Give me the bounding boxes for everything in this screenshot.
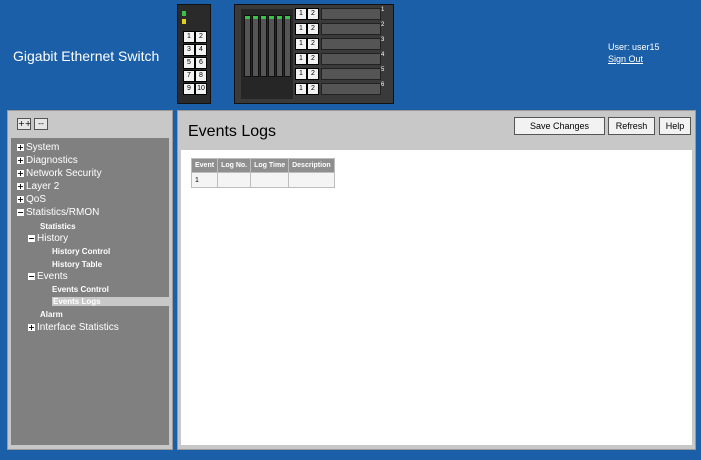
chassis-row: 1 2 2	[295, 22, 387, 35]
port-icon: 3	[183, 44, 195, 56]
tree-item-qos[interactable]: + QoS	[17, 194, 46, 205]
page-title: Events Logs	[188, 123, 277, 140]
sidebar: ++ -- + System + Diagnostics + Network Secu…	[7, 110, 173, 450]
device-image-small: 1 2 3 4 5 6 7 8 9 10	[177, 4, 211, 104]
cell-description	[288, 172, 335, 188]
table-row: 1	[190, 172, 335, 188]
tree-item-network-security[interactable]: + Network Security	[17, 168, 102, 179]
port-icon: 7	[183, 70, 195, 82]
column-header-log-time: Log Time	[250, 158, 290, 173]
tree-item-diagnostics[interactable]: + Diagnostics	[17, 155, 78, 166]
expand-icon[interactable]: +	[17, 157, 24, 165]
save-changes-button[interactable]: Save Changes	[514, 117, 605, 135]
sign-out-link[interactable]: Sign Out	[608, 53, 660, 65]
expand-all-button[interactable]: ++	[17, 118, 31, 130]
port-icon: 9	[183, 83, 195, 95]
chassis-row: 1 2 4	[295, 52, 387, 65]
tree-item-interface-statistics[interactable]: + Interface Statistics	[28, 322, 119, 333]
chassis-bays	[241, 9, 293, 99]
header: Gigabit Ethernet Switch 1 2 3 4 5 6 7 8 …	[0, 0, 701, 104]
expand-icon[interactable]: +	[17, 183, 24, 191]
column-header-description: Description	[288, 158, 335, 173]
device-image-chassis: 1 2 1 1 2 2 1 2 3 1 2 4 1 2 5 1 2 6	[234, 4, 394, 104]
tree-item-events-logs[interactable]: Events Logs	[52, 297, 169, 306]
table-header-row: Event Log No. Log Time Description	[190, 158, 335, 173]
tree-item-events[interactable]: − Events	[28, 271, 68, 282]
collapse-all-button[interactable]: --	[34, 118, 48, 130]
user-box: User: user15 Sign Out	[608, 41, 660, 65]
expand-icon[interactable]: +	[17, 170, 24, 178]
chassis-row: 1 2 3	[295, 37, 387, 50]
tree-item-statistics[interactable]: Statistics	[40, 222, 76, 231]
tree-item-statistics-rmon[interactable]: − Statistics/RMON	[17, 207, 99, 218]
expand-icon[interactable]: +	[17, 196, 24, 204]
cell-event: 1	[190, 172, 219, 188]
column-header-log-no: Log No.	[217, 158, 252, 173]
port-icon: 6	[195, 57, 207, 69]
cell-log-time	[250, 172, 290, 188]
port-icon: 2	[195, 31, 207, 43]
nav-tree: + System + Diagnostics + Network Security +…	[11, 138, 169, 445]
column-header-event: Event	[190, 158, 219, 173]
tree-item-history-table[interactable]: History Table	[52, 260, 102, 269]
chassis-row: 1 2 1	[295, 7, 387, 20]
chassis-row: 1 2 5	[295, 67, 387, 80]
status-led-icon	[182, 11, 186, 16]
tree-item-history-control[interactable]: History Control	[52, 247, 110, 256]
port-icon: 5	[183, 57, 195, 69]
main-panel: Events Logs Save Changes Refresh Help Ev…	[177, 110, 696, 450]
app-title: Gigabit Ethernet Switch	[13, 48, 160, 64]
help-button[interactable]: Help	[659, 117, 691, 135]
collapse-icon[interactable]: −	[28, 273, 35, 281]
chassis-row: 1 2 6	[295, 82, 387, 95]
tree-item-system[interactable]: + System	[17, 142, 59, 153]
user-label: User: user15	[608, 42, 660, 52]
collapse-icon[interactable]: −	[17, 209, 24, 217]
events-log-table: Event Log No. Log Time Description 1	[190, 158, 335, 188]
port-icon: 1	[183, 31, 195, 43]
expand-icon[interactable]: +	[28, 324, 35, 332]
tree-item-alarm[interactable]: Alarm	[40, 310, 63, 319]
status-led-icon	[182, 19, 186, 24]
port-icon: 10	[195, 83, 207, 95]
cell-log-no	[217, 172, 252, 188]
tree-item-layer-2[interactable]: + Layer 2	[17, 181, 59, 192]
refresh-button[interactable]: Refresh	[608, 117, 655, 135]
expand-icon[interactable]: +	[17, 144, 24, 152]
port-icon: 8	[195, 70, 207, 82]
tree-item-events-control[interactable]: Events Control	[52, 285, 109, 294]
port-icon: 4	[195, 44, 207, 56]
tree-item-history[interactable]: − History	[28, 233, 68, 244]
collapse-icon[interactable]: −	[28, 235, 35, 243]
content-area: Event Log No. Log Time Description 1	[181, 150, 692, 445]
